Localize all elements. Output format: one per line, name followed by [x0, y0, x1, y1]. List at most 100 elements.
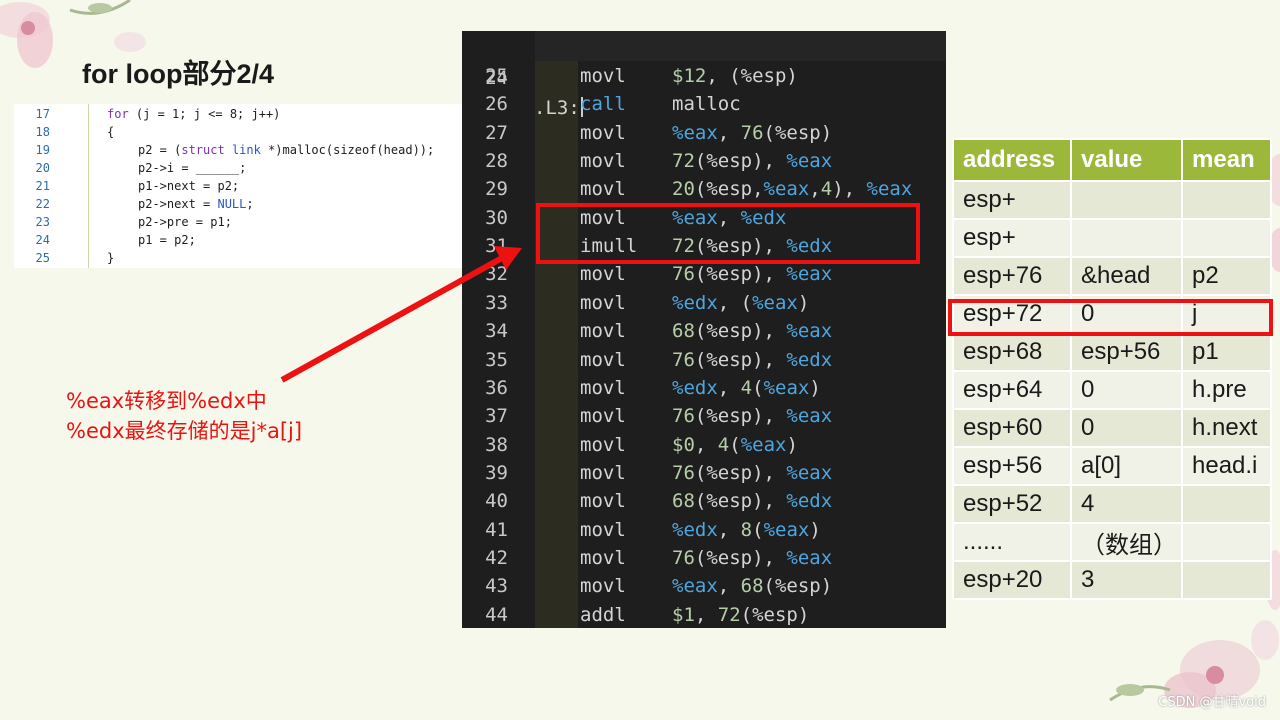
- mean-cell: [1181, 180, 1272, 220]
- address-cell: esp+52: [952, 484, 1072, 524]
- slide-title: for loop部分2/4: [82, 59, 275, 89]
- asm-operands: malloc: [672, 93, 741, 116]
- editor-current-line-bar: [535, 31, 946, 61]
- mean-cell: h.pre: [1181, 370, 1272, 410]
- code-text: }: [107, 251, 115, 265]
- asm-operands: %eax, 76(%esp): [672, 121, 833, 144]
- table-row: esp+: [952, 218, 1272, 258]
- table-row: esp+68 esp+56 p1: [952, 332, 1272, 372]
- code-text: p2->i = ______;: [138, 161, 247, 175]
- address-cell: esp+76: [952, 256, 1072, 296]
- code-text: p2->next = NULL;: [138, 197, 254, 211]
- asm-operands: 72(%esp), %eax: [672, 150, 833, 173]
- table-row: esp+76 &head p2: [952, 256, 1272, 296]
- code-text: p2->pre = p1;: [138, 215, 232, 229]
- line-number: 28: [485, 150, 508, 173]
- asm-opcode: movl: [580, 150, 626, 173]
- value-cell: （数组）: [1070, 522, 1183, 562]
- line-number: 20: [35, 161, 50, 175]
- asm-operands: %eax, 68(%esp): [672, 575, 833, 598]
- value-cell: a[0]: [1070, 446, 1183, 486]
- value-cell: 3: [1070, 560, 1183, 600]
- asm-opcode: movl: [580, 461, 626, 484]
- asm-opcode: movl: [580, 320, 626, 343]
- asm-operands: $12, (%esp): [672, 65, 798, 87]
- line-number: 35: [485, 348, 508, 371]
- line-number: 37: [485, 405, 508, 428]
- address-cell: esp+60: [952, 408, 1072, 448]
- line-number: 30: [485, 206, 508, 229]
- table-row: esp+20 3: [952, 560, 1272, 600]
- asm-operands: 68(%esp), %edx: [672, 490, 833, 513]
- line-number: 44: [485, 603, 508, 626]
- table-row: esp+64 0 h.pre: [952, 370, 1272, 410]
- highlight-box-row-j: [948, 299, 1273, 336]
- stack-frame-table: address value mean esp+ esp+ esp+76 &head p2…: [952, 138, 1272, 600]
- asm-operands: %edx, (%eax): [672, 291, 810, 314]
- asm-opcode: addl: [580, 603, 626, 626]
- table-row: esp+52 4: [952, 484, 1272, 524]
- mean-cell: [1181, 522, 1272, 562]
- line-number: 41: [485, 518, 508, 541]
- highlight-box-instructions: [536, 203, 920, 264]
- mean-cell: [1181, 560, 1272, 600]
- line-number: 24: [35, 233, 50, 247]
- c-code-panel: 17 for (j = 1; j <= 8; j++) 18 {19 p2 = (str…: [14, 104, 462, 268]
- asm-opcode: call: [580, 93, 626, 116]
- line-number: 42: [485, 546, 508, 569]
- value-cell: [1070, 180, 1183, 220]
- asm-opcode: movl: [580, 348, 626, 371]
- asm-operands: 68(%esp), %eax: [672, 320, 833, 343]
- code-text: {: [107, 125, 115, 139]
- column-header-mean: mean: [1181, 138, 1272, 182]
- value-cell: 0: [1070, 370, 1183, 410]
- address-cell: esp+20: [952, 560, 1072, 600]
- line-number: 18: [35, 125, 50, 139]
- line-number: 31: [485, 235, 508, 258]
- column-header-address: address: [952, 138, 1072, 182]
- watermark: CSDN @甘晴void: [1158, 695, 1266, 710]
- value-cell: esp+56: [1070, 332, 1183, 372]
- asm-opcode: movl: [580, 178, 626, 201]
- column-header-value: value: [1070, 138, 1183, 182]
- address-cell: ......: [952, 522, 1072, 562]
- table-row: esp+: [952, 180, 1272, 220]
- asm-opcode: movl: [580, 575, 626, 598]
- annotation-note: %eax转移到%edx中 %edx最终存储的是j*a[j]: [66, 386, 302, 446]
- value-cell: 0: [1070, 408, 1183, 448]
- asm-operands: $0, 4(%eax): [672, 433, 798, 456]
- line-number: 33: [485, 291, 508, 314]
- asm-label-line: 24 .L3:: [462, 33, 583, 119]
- address-cell: esp+: [952, 180, 1072, 220]
- line-number: 19: [35, 143, 50, 157]
- asm-operands: 20(%esp,%eax,4), %eax: [672, 178, 913, 201]
- asm-opcode: movl: [580, 376, 626, 399]
- table-row: esp+56 a[0] head.i: [952, 446, 1272, 486]
- value-cell: [1070, 218, 1183, 258]
- address-cell: esp+68: [952, 332, 1072, 372]
- mean-cell: p2: [1181, 256, 1272, 296]
- asm-operands: %edx, 4(%eax): [672, 376, 821, 399]
- mean-cell: head.i: [1181, 446, 1272, 486]
- asm-opcode: movl: [580, 291, 626, 314]
- address-cell: esp+56: [952, 446, 1072, 486]
- line-number: 36: [485, 376, 508, 399]
- code-text: p1 = p2;: [138, 233, 196, 247]
- code-text: for (j = 1; j <= 8; j++): [107, 107, 281, 121]
- annotation-line-2: %edx最终存储的是j*a[j]: [66, 419, 303, 443]
- asm-opcode: movl: [580, 65, 626, 87]
- asm-label: .L3:: [534, 93, 583, 123]
- asm-opcode: movl: [580, 546, 626, 569]
- asm-opcode: movl: [580, 433, 626, 456]
- line-number: 25: [35, 251, 50, 265]
- address-cell: esp+64: [952, 370, 1072, 410]
- editor-gutter: [535, 61, 578, 628]
- asm-operands: %edx, 8(%eax): [672, 518, 821, 541]
- annotation-line-1: %eax转移到%edx中: [66, 389, 267, 413]
- value-cell: &head: [1070, 256, 1183, 296]
- table-row: ...... （数组）: [952, 522, 1272, 562]
- asm-opcode: movl: [580, 405, 626, 428]
- asm-opcode: movl: [580, 490, 626, 513]
- line-number: 17: [35, 107, 50, 121]
- mean-cell: h.next: [1181, 408, 1272, 448]
